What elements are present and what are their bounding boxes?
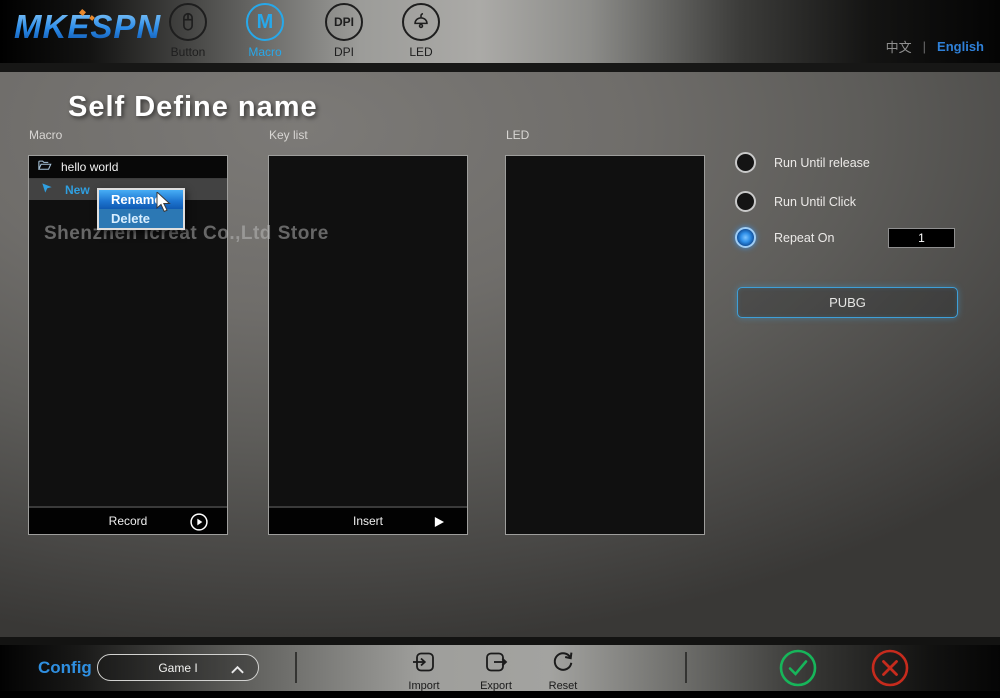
tab-dpi[interactable]: DPI DPI [309, 3, 379, 59]
language-switcher: 中文 | English [886, 37, 984, 56]
play-circle-icon [189, 512, 209, 532]
repeat-count-input[interactable] [888, 228, 955, 248]
language-english[interactable]: English [937, 39, 984, 54]
record-button-label: Record [109, 514, 148, 528]
pubg-preset-button[interactable]: PUBG [737, 287, 958, 318]
radio-circle[interactable] [735, 152, 756, 173]
macro-panel-label: Macro [29, 128, 62, 142]
insert-button-label: Insert [353, 514, 383, 528]
config-label: Config [38, 658, 92, 678]
led-panel [505, 155, 705, 535]
app-window: MKESPN Button M Macro DPI [0, 0, 1000, 698]
export-icon [483, 662, 509, 679]
bottom-divider-strip [0, 637, 1000, 645]
tab-button[interactable]: Button [153, 3, 223, 59]
macro-item-pointer-icon [40, 181, 54, 198]
insert-button[interactable]: Insert [269, 506, 467, 534]
radio-circle[interactable] [735, 191, 756, 212]
page-title: Self Define name [68, 91, 318, 124]
led-lamp-icon [402, 3, 440, 41]
radio-run-until-release-label: Run Until release [774, 156, 870, 170]
reset-button[interactable]: Reset [532, 649, 594, 692]
mouse-icon [169, 3, 207, 41]
tab-dpi-label: DPI [309, 45, 379, 59]
reset-icon [550, 662, 576, 679]
import-icon [411, 662, 437, 679]
folder-icon [37, 158, 52, 176]
led-panel-label: LED [506, 128, 529, 142]
bottom-bar: Config Game I Import [0, 645, 1000, 691]
macro-group-row[interactable]: hello world [29, 156, 227, 179]
x-circle-icon [870, 648, 910, 688]
dpi-text-icon: DPI [325, 3, 363, 41]
bottom-bar-divider [685, 652, 687, 683]
macro-group-name: hello world [61, 160, 118, 174]
radio-circle-selected[interactable] [735, 227, 756, 248]
screen-bottom-edge [0, 691, 1000, 698]
chevron-up-icon [230, 664, 245, 678]
top-divider-strip [0, 63, 1000, 72]
export-button[interactable]: Export [465, 649, 527, 692]
radio-repeat-on[interactable]: Repeat On [735, 227, 834, 248]
top-bar: MKESPN Button M Macro DPI [0, 0, 1000, 63]
tab-led-label: LED [386, 45, 456, 59]
bottom-bar-divider [295, 652, 297, 683]
macro-item-name: New [65, 183, 90, 197]
play-triangle-icon [429, 512, 449, 532]
check-circle-icon [778, 648, 818, 688]
macro-m-icon: M [246, 3, 284, 41]
cancel-button[interactable] [870, 648, 910, 688]
radio-repeat-on-label: Repeat On [774, 231, 834, 245]
tab-macro[interactable]: M Macro [230, 3, 300, 59]
radio-run-until-click[interactable]: Run Until Click [735, 191, 856, 212]
mouse-cursor-icon [156, 192, 176, 219]
language-chinese[interactable]: 中文 [886, 37, 912, 56]
tab-button-label: Button [153, 45, 223, 59]
key-list-panel: Insert [268, 155, 468, 535]
tab-macro-label: Macro [230, 45, 300, 59]
radio-run-until-release[interactable]: Run Until release [735, 152, 870, 173]
radio-run-until-click-label: Run Until Click [774, 195, 856, 209]
import-button[interactable]: Import [393, 649, 455, 692]
key-list-panel-label: Key list [269, 128, 308, 142]
brand-logo: MKESPN [14, 8, 164, 54]
brand-logo-text: MKESPN [14, 8, 161, 45]
confirm-button[interactable] [778, 648, 818, 688]
record-button[interactable]: Record [29, 506, 227, 534]
profile-select[interactable]: Game I [97, 654, 259, 681]
language-divider: | [923, 39, 926, 54]
profile-select-value: Game I [158, 661, 197, 675]
tab-led[interactable]: LED [386, 3, 456, 59]
store-watermark: Shenzhen Icreat Co.,Ltd Store [44, 223, 329, 245]
main-content: Self Define name Macro Key list LED hell… [0, 72, 1000, 637]
